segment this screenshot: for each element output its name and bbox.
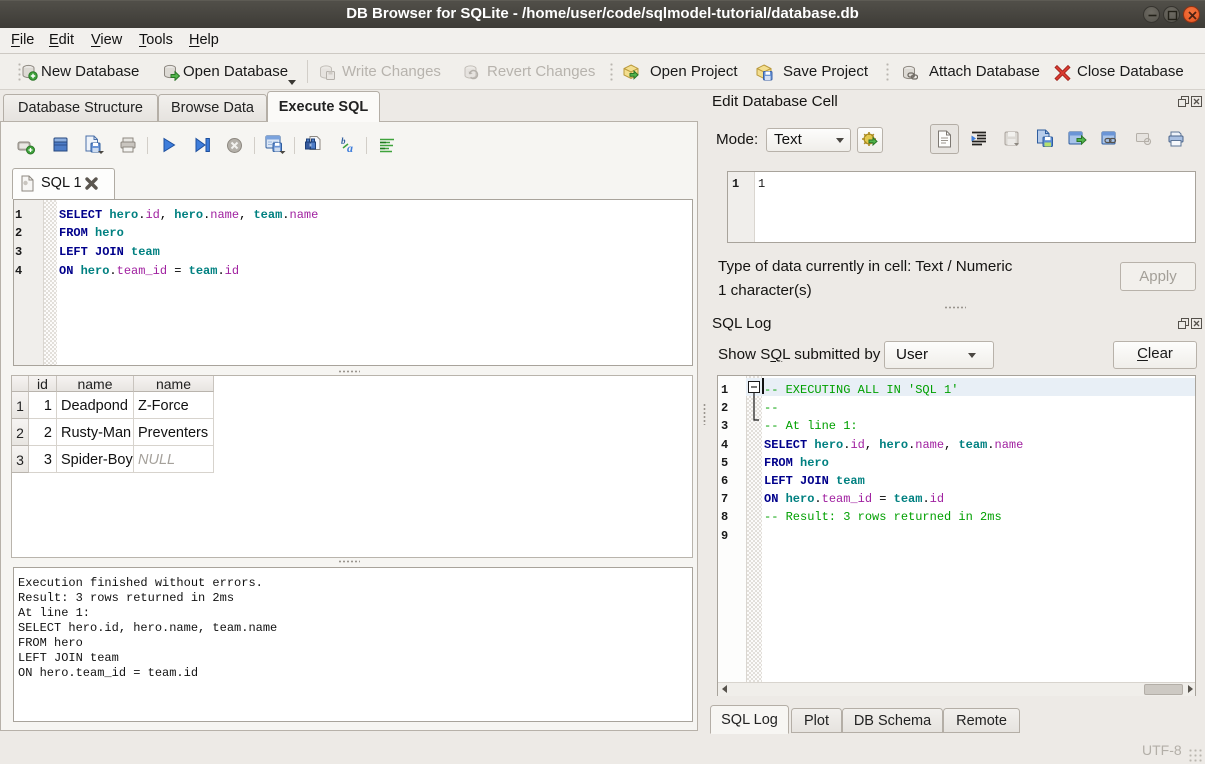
svg-text:b: b xyxy=(341,136,346,146)
svg-text:a: a xyxy=(347,141,353,154)
